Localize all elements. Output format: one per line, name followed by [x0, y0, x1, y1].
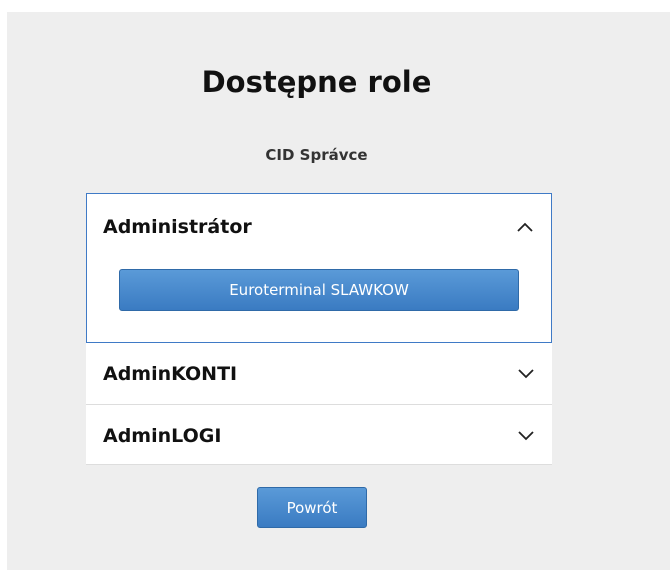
- accordion-label: Administrátor: [103, 216, 252, 238]
- page-title: Dostępne role: [201, 65, 432, 99]
- roles-accordion: Administrátor Euroterminal SLAWKOW Admin…: [86, 193, 552, 465]
- accordion-header-administrator[interactable]: Administrátor: [103, 196, 535, 258]
- chevron-down-icon: [518, 369, 534, 379]
- back-button[interactable]: Powrót: [257, 487, 367, 528]
- accordion-header-adminlogi[interactable]: AdminLOGI: [103, 405, 536, 467]
- accordion-item-adminlogi: AdminLOGI: [86, 405, 552, 465]
- chevron-down-icon: [518, 431, 534, 441]
- page-subtitle: CID Správce: [265, 146, 368, 164]
- accordion-item-adminkonti: AdminKONTI: [86, 343, 552, 405]
- accordion-label: AdminLOGI: [103, 425, 222, 447]
- accordion-label: AdminKONTI: [103, 363, 238, 385]
- role-button-euroterminal-slawkow[interactable]: Euroterminal SLAWKOW: [119, 269, 519, 311]
- accordion-item-administrator: Administrátor Euroterminal SLAWKOW: [86, 193, 552, 343]
- accordion-header-adminkonti[interactable]: AdminKONTI: [103, 343, 536, 405]
- chevron-up-icon: [517, 222, 533, 232]
